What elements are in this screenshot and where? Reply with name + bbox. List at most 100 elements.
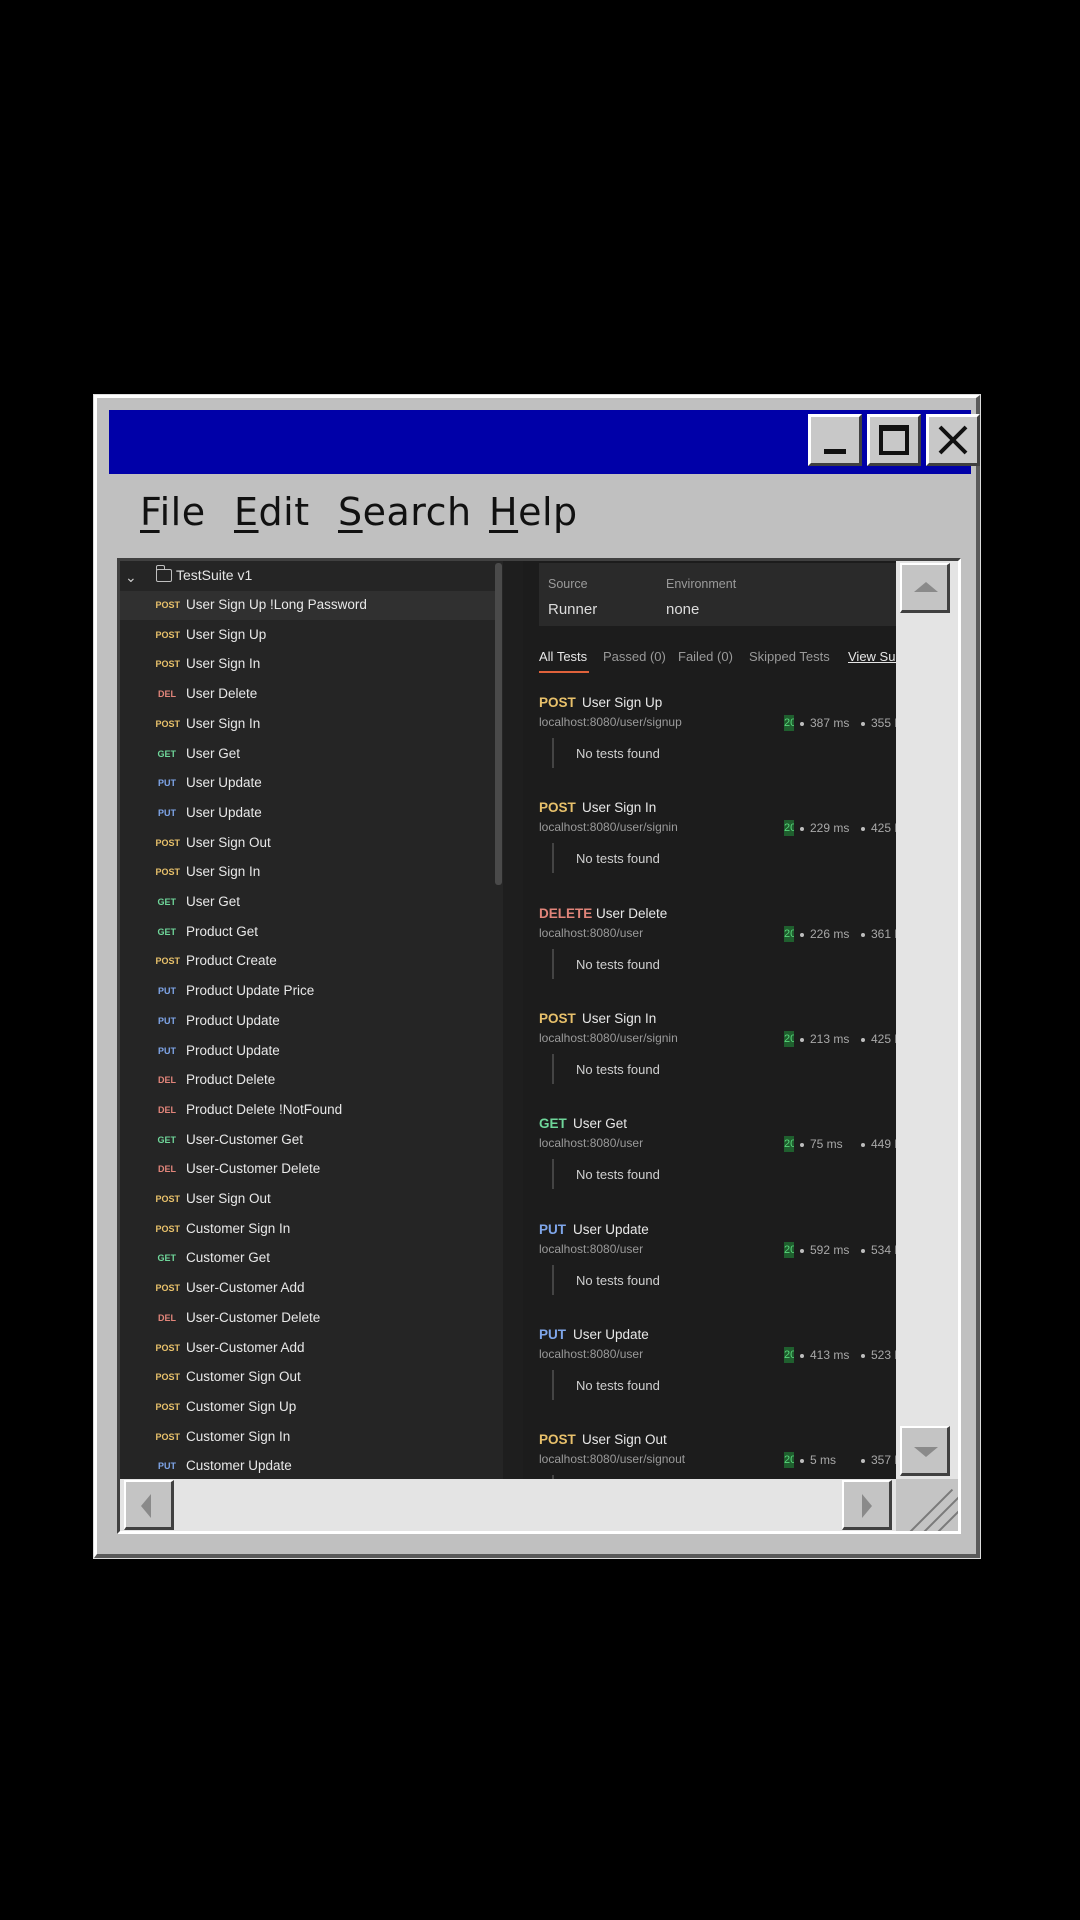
sidebar-request-item[interactable]: POST User Sign Up !Long Password: [120, 591, 495, 620]
sidebar-request-item[interactable]: PUT Product Update: [120, 1037, 495, 1066]
sidebar-request-item[interactable]: GET User Get: [120, 888, 495, 917]
tab-all-tests[interactable]: All Tests: [539, 649, 587, 664]
sidebar-request-item[interactable]: POST User Sign In: [120, 858, 495, 887]
request-result[interactable]: POST User Sign In localhost:8080/user/sign…: [539, 800, 896, 905]
close-button[interactable]: [926, 414, 980, 466]
status-badge: 200: [784, 1241, 794, 1258]
sidebar-request-item[interactable]: DEL User-Customer Delete: [120, 1304, 495, 1333]
menu-help-accel: H: [489, 490, 519, 534]
sidebar-request-item[interactable]: DEL User-Customer Delete: [120, 1155, 495, 1184]
sidebar-request-item[interactable]: POST Customer Sign In: [120, 1423, 495, 1452]
tab-passed[interactable]: Passed (0): [603, 649, 666, 664]
resize-grip-icon[interactable]: [896, 1479, 958, 1531]
scroll-down-button[interactable]: [900, 1426, 950, 1476]
sidebar-request-item[interactable]: POST Customer Sign Up: [120, 1393, 495, 1422]
sidebar-scrollbar[interactable]: [495, 563, 502, 885]
sidebar-request-item[interactable]: POST Customer Sign Out: [120, 1363, 495, 1392]
sidebar-request-item[interactable]: POST User Sign In: [120, 710, 495, 739]
sidebar-request-item[interactable]: POST User Sign Out: [120, 1185, 495, 1214]
sidebar-request-item[interactable]: POST User-Customer Add: [120, 1334, 495, 1363]
sidebar-request-item[interactable]: PUT Product Update Price: [120, 977, 495, 1006]
request-name: Product Update: [186, 1042, 280, 1058]
method-badge: GET: [157, 897, 176, 907]
sidebar-request-item[interactable]: GET Customer Get: [120, 1244, 495, 1273]
request-result[interactable]: POST User Sign Up localhost:8080/user/sign…: [539, 695, 896, 800]
sidebar-request-item[interactable]: GET Product Get: [120, 918, 495, 947]
scroll-up-button[interactable]: [900, 563, 950, 613]
request-title: User Sign Out: [582, 1432, 667, 1448]
sidebar-request-item[interactable]: POST User Sign Out: [120, 829, 495, 858]
title-bar[interactable]: [109, 410, 980, 474]
method-badge: GET: [157, 926, 176, 937]
no-tests-message: No tests found: [576, 851, 660, 867]
collection-sidebar: ⌄ TestSuite v1 POST User Sign Up !Long Pa…: [120, 561, 503, 1479]
request-method: POST: [539, 1432, 576, 1448]
method-badge: POST: [155, 1283, 180, 1294]
scroll-left-button[interactable]: [124, 1480, 174, 1530]
method-badge: DEL: [158, 1164, 176, 1175]
sidebar-request-item[interactable]: DEL Product Delete !NotFound: [120, 1096, 495, 1125]
request-name: Customer Sign In: [186, 1220, 291, 1236]
request-result[interactable]: DELETEUser Delete localhost:8080/user 200 2…: [539, 906, 896, 1011]
sidebar-request-item[interactable]: POST Product Create: [120, 947, 495, 976]
tree-root-folder[interactable]: ⌄ TestSuite v1: [120, 563, 495, 591]
result-indent-bar: [552, 1159, 554, 1190]
run-results-pane: Source Runner Environment none All Tests…: [523, 561, 896, 1479]
scroll-right-button[interactable]: [842, 1480, 892, 1530]
view-summary-link[interactable]: View Summary: [848, 649, 896, 664]
request-name: Customer Sign In: [186, 1428, 291, 1444]
sidebar-request-item[interactable]: DEL User Delete: [120, 680, 495, 709]
sidebar-request-item[interactable]: POST Customer Sign In: [120, 1215, 495, 1244]
separator-dot: [800, 827, 804, 832]
sidebar-request-item[interactable]: PUT User Update: [120, 799, 495, 828]
vertical-scrollbar[interactable]: [896, 561, 958, 1479]
sidebar-request-item[interactable]: DEL Product Delete: [120, 1066, 495, 1095]
pane-divider[interactable]: [503, 561, 523, 1479]
menu-search[interactable]: Search: [338, 490, 472, 534]
menu-help-label: elp: [518, 490, 578, 534]
response-time: 229 ms: [810, 821, 850, 836]
sidebar-request-item[interactable]: POST User-Customer Add: [120, 1274, 495, 1303]
request-title: User Sign In: [582, 800, 657, 816]
arrow-down-icon: [914, 1447, 938, 1457]
response-size: 357 B: [871, 1453, 896, 1468]
request-result[interactable]: POST User Sign In localhost:8080/user/sign…: [539, 1011, 896, 1116]
sidebar-request-item[interactable]: POST User Sign In: [120, 650, 495, 679]
horizontal-scrollbar[interactable]: [120, 1479, 896, 1531]
request-url: localhost:8080/user: [539, 1136, 644, 1151]
menu-edit[interactable]: Edit: [234, 490, 310, 534]
method-badge: PUT: [158, 986, 176, 997]
minimize-button[interactable]: [808, 414, 862, 466]
sidebar-request-item[interactable]: GET User-Customer Get: [120, 1126, 495, 1155]
method-badge: POST: [155, 1372, 180, 1383]
no-tests-message: No tests found: [576, 1272, 660, 1288]
response-time: 592 ms: [810, 1242, 850, 1257]
menu-file[interactable]: File: [140, 490, 206, 534]
request-name: Product Create: [186, 953, 277, 969]
status-badge: 200: [784, 1030, 794, 1047]
tab-skipped[interactable]: Skipped Tests: [749, 649, 830, 664]
sidebar-request-item[interactable]: PUT Customer Update: [120, 1452, 495, 1479]
request-result[interactable]: PUT User Update localhost:8080/user 200 413 …: [539, 1327, 896, 1432]
method-badge: DEL: [158, 1075, 176, 1086]
menu-help[interactable]: Help: [489, 490, 578, 534]
sidebar-request-item[interactable]: GET User Get: [120, 740, 495, 769]
method-badge: GET: [157, 748, 176, 759]
tab-failed[interactable]: Failed (0): [678, 649, 733, 664]
response-size: 355 B: [871, 716, 896, 730]
request-result[interactable]: PUT User Update localhost:8080/user 200 592 …: [539, 1222, 896, 1327]
request-name: Product Delete !NotFound: [186, 1101, 343, 1117]
sidebar-request-item[interactable]: PUT Product Update: [120, 1007, 495, 1036]
request-method: POST: [539, 695, 576, 710]
sidebar-request-item[interactable]: PUT User Update: [120, 769, 495, 798]
arrow-left-icon: [141, 1494, 151, 1518]
request-name: Product Update: [186, 1012, 280, 1028]
request-result[interactable]: POST User Sign Out localhost:8080/user/sig…: [539, 1432, 896, 1479]
separator-dot: [800, 1353, 804, 1358]
chevron-down-icon[interactable]: ⌄: [125, 569, 137, 586]
request-result[interactable]: GET User Get localhost:8080/user 200 75 ms 44…: [539, 1116, 896, 1221]
maximize-button[interactable]: [867, 414, 921, 466]
method-badge: POST: [155, 867, 180, 878]
status-badge: 200: [784, 715, 794, 731]
sidebar-request-item[interactable]: POST User Sign Up: [120, 621, 495, 650]
